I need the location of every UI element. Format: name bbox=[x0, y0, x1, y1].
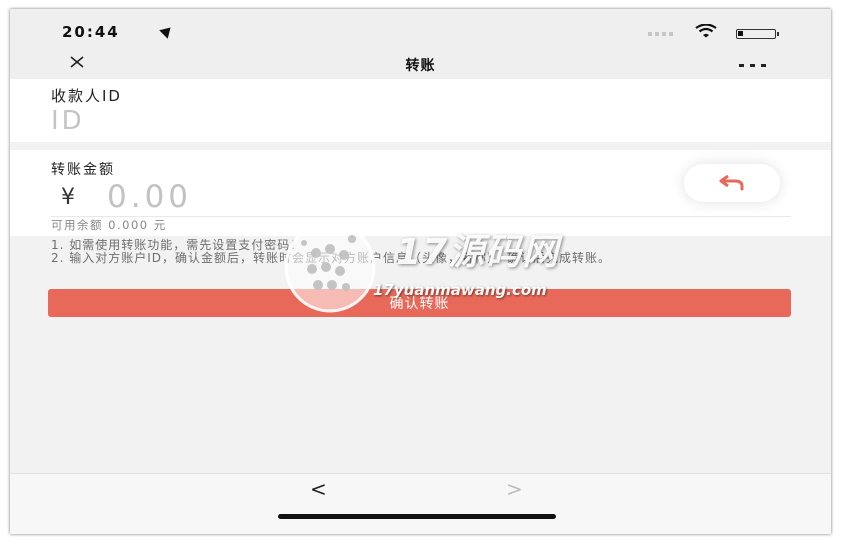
signal-icon bbox=[648, 32, 673, 36]
available-balance: 可用余额 0.000 元 bbox=[51, 218, 167, 232]
recipient-section: 收款人ID bbox=[10, 79, 831, 142]
recipient-label: 收款人ID bbox=[51, 87, 122, 105]
instruction-line-2: 2. 输入对方账户ID，确认金额后，转账时会显示对方账户信息（头像，名称），确认… bbox=[51, 251, 612, 265]
browser-back-button[interactable]: < bbox=[310, 477, 327, 501]
confirm-transfer-button[interactable]: 确认转账 bbox=[48, 289, 791, 317]
return-button[interactable] bbox=[684, 164, 780, 202]
page-title: 转账 bbox=[405, 58, 436, 74]
nav-bar: 转账 bbox=[10, 47, 831, 79]
currency-symbol: ¥ bbox=[61, 185, 75, 210]
status-bar: 20:44 bbox=[10, 9, 831, 47]
amount-section: 转账金额 ¥ 可用余额 0.000 元 bbox=[10, 150, 831, 236]
undo-icon bbox=[719, 174, 744, 191]
browser-toolbar: < > bbox=[10, 473, 831, 534]
status-time: 20:44 bbox=[62, 23, 120, 41]
battery-icon bbox=[736, 29, 779, 39]
location-icon bbox=[159, 23, 175, 39]
amount-label: 转账金额 bbox=[51, 162, 115, 178]
amount-input[interactable] bbox=[107, 177, 407, 217]
wifi-icon bbox=[695, 24, 717, 38]
more-icon[interactable] bbox=[739, 64, 766, 67]
browser-forward-button[interactable]: > bbox=[506, 477, 523, 501]
home-indicator[interactable] bbox=[278, 514, 556, 519]
recipient-id-input[interactable] bbox=[51, 105, 791, 137]
phone-screen: 20:44 转账 收款人ID 转账金额 ¥ 可用余额 bbox=[10, 9, 831, 534]
instructions: 1. 如需使用转账功能，需先设置支付密码！ 2. 输入对方账户ID，确认金额后，… bbox=[51, 239, 796, 265]
